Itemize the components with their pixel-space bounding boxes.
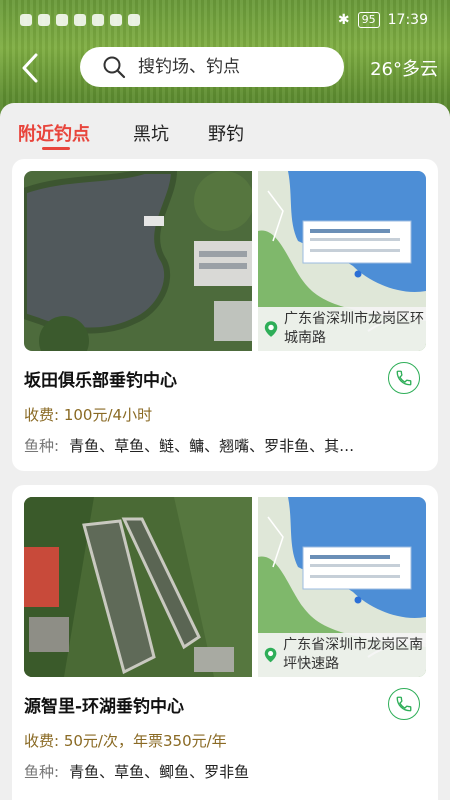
search-icon <box>103 56 126 79</box>
tab-bar: 附近钓点 黑坑 野钓 <box>0 103 450 155</box>
active-tab-indicator <box>42 147 70 150</box>
tab-nearby[interactable]: 附近钓点 <box>18 120 90 146</box>
address-text: 广东省深圳市龙岗区环城南路 <box>284 311 425 346</box>
clock: 17:39 <box>387 12 428 28</box>
spot-photo <box>24 497 252 677</box>
search-bar[interactable] <box>80 47 344 87</box>
notification-icons <box>20 14 140 26</box>
search-input[interactable] <box>138 57 318 77</box>
address-text: 广东省深圳市龙岗区南坪快速路 <box>283 637 424 672</box>
spot-card[interactable]: 广东省深圳市龙岗区南坪快速路 源智里-环湖垂钓中心 收费: 50元/次，年票35… <box>12 485 438 800</box>
bluetooth-icon: ✱ <box>337 12 350 28</box>
weather-label: 26°多云 <box>370 59 438 80</box>
call-button[interactable] <box>388 362 420 394</box>
spot-address: 广东省深圳市龙岗区南坪快速路 <box>258 633 426 677</box>
fee-value: 100元/4小时 <box>63 406 153 424</box>
battery-icon: 95 <box>357 12 380 28</box>
back-arrow-icon <box>22 53 38 83</box>
call-button[interactable] <box>388 688 420 720</box>
spot-card[interactable]: 广东省深圳市龙岗区环城南路 坂田俱乐部垂钓中心 收费: 100元/4小时 鱼种:… <box>12 159 438 471</box>
tab-black-pit[interactable]: 黑坑 <box>133 120 169 146</box>
fee-label: 收费: <box>24 406 60 424</box>
species-row: 鱼种: 青鱼、草鱼、鲢、鳙、翘嘴、罗非鱼、其… <box>24 435 424 456</box>
content-sheet: 附近钓点 黑坑 野钓 广东省深圳市龙岗区环城南路 坂田俱乐部垂钓中心 收费: 1… <box>0 103 450 800</box>
tab-wild-fishing[interactable]: 野钓 <box>208 120 244 146</box>
phone-icon <box>396 370 412 386</box>
species-label: 鱼种: <box>24 763 60 781</box>
spot-map[interactable]: 广东省深圳市龙岗区环城南路 <box>258 171 426 351</box>
species-value: 青鱼、草鱼、鲫鱼、罗非鱼 <box>69 763 250 781</box>
back-button[interactable] <box>18 51 48 85</box>
location-pin-icon <box>264 647 277 663</box>
species-label: 鱼种: <box>24 437 60 455</box>
top-bar: 26°多云 <box>0 47 450 89</box>
spot-address: 广东省深圳市龙岗区环城南路 <box>258 307 426 351</box>
spot-name: 源智里-环湖垂钓中心 <box>24 697 185 717</box>
fee-row: 收费: 50元/次，年票350元/年 <box>24 730 227 751</box>
fee-value: 50元/次，年票350元/年 <box>63 732 227 750</box>
location-pin-icon <box>264 321 278 337</box>
spot-photo <box>24 171 252 351</box>
spot-name: 坂田俱乐部垂钓中心 <box>24 371 177 391</box>
species-row: 鱼种: 青鱼、草鱼、鲫鱼、罗非鱼 <box>24 761 424 782</box>
species-value: 青鱼、草鱼、鲢、鳙、翘嘴、罗非鱼、其… <box>69 437 355 455</box>
fee-label: 收费: <box>24 732 60 750</box>
status-bar: ✱ 95 17:39 <box>0 0 450 40</box>
fee-row: 收费: 100元/4小时 <box>24 404 152 425</box>
spot-map[interactable]: 广东省深圳市龙岗区南坪快速路 <box>258 497 426 677</box>
phone-icon <box>396 696 412 712</box>
